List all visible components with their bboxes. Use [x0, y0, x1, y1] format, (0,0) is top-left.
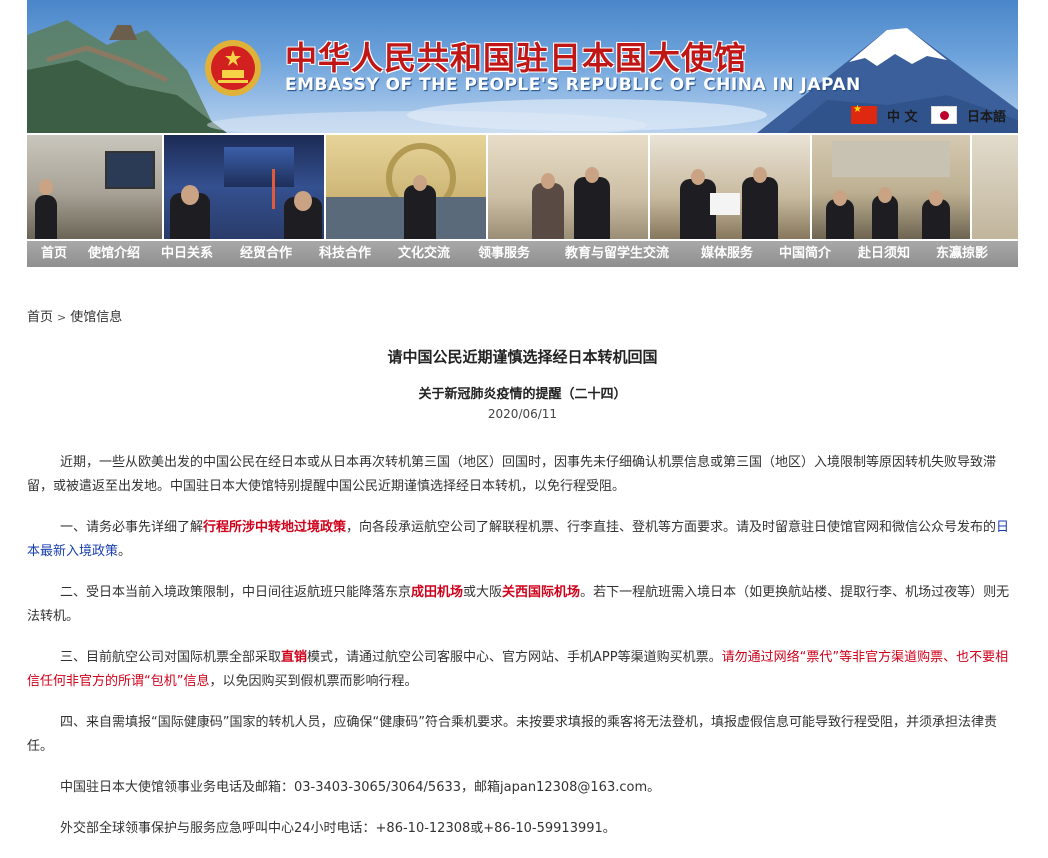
- paragraph-hotline: 外交部全球领事保护与服务应急呼叫中心24小时电话：+86-10-12308或+8…: [60, 821, 616, 836]
- breadcrumb-current-link[interactable]: 使馆信息: [70, 310, 122, 325]
- paragraph-item-2-text-b: 或大阪: [463, 585, 503, 600]
- paragraph-item-3-text-c: ，以免因购买到假机票而影响行程。: [209, 674, 418, 689]
- paragraph-item-1-text-c: 。: [118, 544, 132, 559]
- china-flag-icon: [851, 104, 877, 124]
- article-date: 2020/06/11: [487, 407, 558, 421]
- photo-partial[interactable]: [972, 135, 1018, 239]
- paragraph-consular-contact: 中国驻日本大使馆领事业务电话及邮箱：03-3403-3065/3064/5633…: [60, 780, 661, 795]
- language-japanese-link[interactable]: 日本語: [931, 104, 1006, 126]
- paragraph-item-2: 二、受日本当前入境政策限制，中日间往返航班只能降落东京成田机场或大阪关西国际机场…: [27, 581, 1015, 629]
- language-japanese-label: 日本語: [967, 109, 1007, 125]
- national-emblem-icon: [205, 40, 261, 96]
- nav-item-home[interactable]: 首页: [27, 241, 81, 267]
- nav-item-education[interactable]: 教育与留学生交流: [545, 241, 689, 267]
- narita-airport-text: 成田机场: [411, 585, 464, 600]
- nav-item-embassy-intro[interactable]: 使馆介绍: [81, 241, 147, 267]
- breadcrumb-separator: >: [57, 311, 67, 324]
- site-title-chinese: 中华人民共和国驻日本国大使馆: [285, 39, 748, 77]
- photo-press-conference[interactable]: [326, 135, 486, 239]
- nav-item-media[interactable]: 媒体服务: [689, 241, 765, 267]
- nav-item-photo-gallery[interactable]: 东瀛掠影: [923, 241, 1001, 267]
- photo-strip: [27, 135, 1018, 239]
- nav-item-economy-trade[interactable]: 经贸合作: [227, 241, 305, 267]
- paragraph-item-2-text-a: 二、受日本当前入境政策限制，中日间往返航班只能降落东京: [60, 585, 412, 600]
- direct-sales-text: 直销: [281, 650, 308, 665]
- photo-meeting-2[interactable]: [650, 135, 810, 239]
- photo-meeting-3[interactable]: [812, 135, 970, 239]
- article-body: 近期，一些从欧美出发的中国公民在经日本或从日本再次转机第三国（地区）回国时，因事…: [27, 451, 1015, 858]
- language-chinese-label: 中 文: [887, 109, 918, 125]
- nav-item-japan-notice[interactable]: 赴日须知: [845, 241, 923, 267]
- kansai-airport-text: 关西国际机场: [502, 585, 581, 600]
- paragraph-item-4: 四、来自需填报“国际健康码”国家的转机人员，应确保“健康码”符合乘机要求。未按要…: [27, 715, 997, 754]
- language-chinese-link[interactable]: 中 文: [851, 104, 918, 126]
- nav-item-china-intro[interactable]: 中国简介: [765, 241, 845, 267]
- paragraph-item-3-text-a: 三、目前航空公司对国际机票全部采取: [60, 650, 282, 665]
- photo-meeting-1[interactable]: [488, 135, 648, 239]
- nav-item-science-tech[interactable]: 科技合作: [305, 241, 385, 267]
- photo-video-conference[interactable]: [27, 135, 162, 239]
- paragraph-item-3: 三、目前航空公司对国际机票全部采取直销模式，请通过航空公司客服中心、官方网站、手…: [27, 646, 1015, 694]
- breadcrumb: 首页 > 使馆信息: [27, 306, 122, 325]
- paragraph-item-3-text-b: 模式，请通过航空公司客服中心、官方网站、手机APP等渠道购买机票。: [307, 650, 722, 665]
- article-title: 请中国公民近期谨慎选择经日本转机回国: [387, 348, 658, 366]
- article-subtitle: 关于新冠肺炎疫情的提醒（二十四）: [418, 387, 627, 402]
- nav-item-culture[interactable]: 文化交流: [385, 241, 463, 267]
- nav-item-china-japan-relations[interactable]: 中日关系: [147, 241, 227, 267]
- paragraph-item-1-text-b: ，向各段承运航空公司了解联程机票、行李直挂、登机等方面要求。请及时留意驻日使馆官…: [346, 520, 997, 535]
- photo-tv-program[interactable]: [164, 135, 324, 239]
- paragraph-item-1: 一、请务必事先详细了解行程所涉中转地过境政策，向各段承运航空公司了解联程机票、行…: [27, 516, 1015, 564]
- paragraph-item-1-text-a: 一、请务必事先详细了解: [60, 520, 204, 535]
- japan-flag-icon: [931, 106, 957, 124]
- header-banner: 中华人民共和国驻日本国大使馆 EMBASSY OF THE PEOPLE'S R…: [27, 0, 1018, 133]
- breadcrumb-home-link[interactable]: 首页: [27, 310, 53, 325]
- main-nav: 首页 使馆介绍 中日关系 经贸合作 科技合作 文化交流 领事服务 教育与留学生交…: [27, 241, 1018, 267]
- paragraph-intro: 近期，一些从欧美出发的中国公民在经日本或从日本再次转机第三国（地区）回国时，因事…: [27, 455, 997, 494]
- transit-policy-link[interactable]: 行程所涉中转地过境政策: [203, 520, 346, 535]
- nav-item-consular[interactable]: 领事服务: [463, 241, 545, 267]
- site-title-english: EMBASSY OF THE PEOPLE'S REPUBLIC OF CHIN…: [285, 75, 861, 95]
